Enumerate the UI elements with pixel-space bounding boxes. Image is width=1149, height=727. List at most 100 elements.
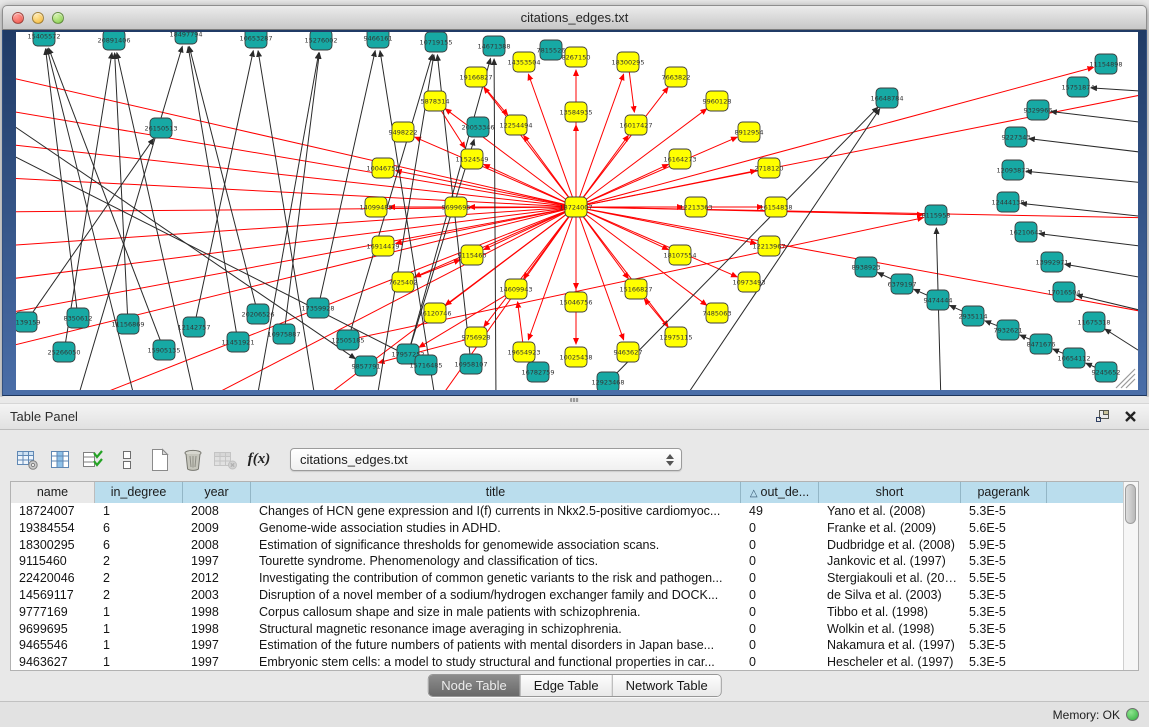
column-header-out_de[interactable]: △out_de... xyxy=(741,482,819,503)
row-options-button[interactable] xyxy=(113,446,141,474)
table-vertical-scrollbar[interactable] xyxy=(1123,482,1138,670)
graph-node[interactable]: 12093872 xyxy=(996,160,1029,180)
graph-node[interactable]: 7485063 xyxy=(703,303,732,323)
graph-node[interactable]: 12923468 xyxy=(591,372,624,390)
close-panel-icon[interactable] xyxy=(1124,410,1137,428)
graph-node[interactable]: 16914479 xyxy=(366,236,399,256)
graph-node[interactable]: 6379197 xyxy=(888,274,917,294)
graph-node[interactable]: 11154898 xyxy=(1089,54,1122,74)
graph-node[interactable]: 15166827 xyxy=(619,279,652,299)
graph-node[interactable]: 15046756 xyxy=(559,292,592,312)
graph-node[interactable]: 15405572 xyxy=(27,32,60,46)
graph-node[interactable]: 12975115 xyxy=(659,327,692,347)
column-header-in_degree[interactable]: in_degree xyxy=(95,482,183,503)
graph-node[interactable]: 10719155 xyxy=(419,32,452,52)
graph-node[interactable]: 9756928 xyxy=(462,327,491,347)
graph-node[interactable]: 8267150 xyxy=(562,47,591,67)
graph-node[interactable]: 16648784 xyxy=(870,88,903,108)
column-visibility-button[interactable] xyxy=(47,446,75,474)
select-columns-button[interactable] xyxy=(80,446,108,474)
graph-node[interactable]: 12213363 xyxy=(679,197,712,217)
tab-network-table[interactable]: Network Table xyxy=(612,675,721,696)
graph-node[interactable]: 9245652 xyxy=(1092,362,1121,382)
tab-edge-table[interactable]: Edge Table xyxy=(520,675,612,696)
table-row[interactable]: 1872400712008Changes of HCN gene express… xyxy=(11,503,1138,520)
function-builder-button[interactable]: f(x) xyxy=(245,446,273,474)
graph-node[interactable]: 10973493 xyxy=(732,272,765,292)
graph-node[interactable]: 7932621 xyxy=(994,320,1023,340)
graph-node[interactable]: 5878314 xyxy=(421,91,450,111)
graph-node[interactable]: 15276002 xyxy=(304,32,337,50)
table-row[interactable]: 1830029562008Estimation of significance … xyxy=(11,537,1138,554)
graph-node[interactable]: 12505185 xyxy=(331,330,364,350)
window-titlebar[interactable]: citations_edges.txt xyxy=(2,5,1147,30)
memory-status-indicator[interactable] xyxy=(1126,708,1139,721)
graph-node[interactable]: 12142757 xyxy=(177,317,210,337)
table-row[interactable]: 2242004622012Investigating the contribut… xyxy=(11,570,1138,587)
graph-node[interactable]: 9329966 xyxy=(1024,100,1053,120)
minimize-button[interactable] xyxy=(32,12,44,24)
float-panel-icon[interactable] xyxy=(1095,409,1110,428)
graph-node[interactable]: 8350612 xyxy=(64,308,93,328)
graph-node[interactable]: 7663822 xyxy=(662,67,691,87)
graph-node[interactable]: 2935114 xyxy=(959,306,988,326)
graph-node[interactable]: 9857791 xyxy=(352,356,381,376)
zoom-button[interactable] xyxy=(52,12,64,24)
close-button[interactable] xyxy=(12,12,24,24)
graph-node[interactable]: 8938923 xyxy=(852,257,881,277)
graph-node[interactable]: 13584935 xyxy=(559,102,592,122)
scrollbar-thumb[interactable] xyxy=(1125,484,1136,524)
column-header-short[interactable]: short xyxy=(819,482,961,503)
table-row[interactable]: 1938455462009Genome-wide association stu… xyxy=(11,520,1138,537)
column-header-pagerank[interactable]: pagerank xyxy=(961,482,1047,503)
table-row[interactable]: 1456911722003Disruption of a novel membe… xyxy=(11,587,1138,604)
graph-node[interactable]: 10025438 xyxy=(559,347,592,367)
graph-node[interactable]: 17359928 xyxy=(301,298,334,318)
column-header-year[interactable]: year xyxy=(183,482,251,503)
graph-node[interactable]: 9115460 xyxy=(458,245,487,265)
table-settings-button[interactable] xyxy=(14,446,42,474)
column-header-title[interactable]: title xyxy=(251,482,741,503)
graph-node[interactable]: 8912954 xyxy=(735,122,764,142)
graph-node[interactable]: 8471676 xyxy=(1027,334,1056,354)
graph-node[interactable]: 12444138 xyxy=(991,192,1024,212)
graph-node[interactable]: 16017427 xyxy=(619,115,652,135)
graph-node[interactable]: 10653287 xyxy=(239,32,272,48)
graph-node[interactable]: 15905135 xyxy=(147,340,180,360)
graph-node[interactable]: 16210643 xyxy=(1009,222,1042,242)
network-canvas[interactable]: 1872400716154838122139671097349374850631… xyxy=(16,32,1138,390)
graph-node[interactable]: 16120746 xyxy=(418,303,451,323)
graph-node[interactable]: 15751874 xyxy=(1061,77,1094,97)
graph-node[interactable]: 14099489 xyxy=(359,197,392,217)
delete-column-button[interactable] xyxy=(179,446,207,474)
graph-node[interactable]: 9139159 xyxy=(16,312,40,332)
graph-node[interactable]: 16782759 xyxy=(521,362,554,382)
graph-node[interactable]: 19654923 xyxy=(507,342,540,362)
graph-node[interactable]: 9699695 xyxy=(442,197,471,217)
graph-node[interactable]: 10654112 xyxy=(1057,348,1090,368)
graph-node[interactable]: 20053346 xyxy=(461,117,494,137)
graph-node[interactable]: 2718120 xyxy=(755,158,784,178)
graph-node[interactable]: 12254494 xyxy=(499,115,532,135)
graph-node[interactable]: 11156869 xyxy=(111,314,144,334)
graph-node[interactable]: 14353504 xyxy=(507,52,540,72)
graph-node[interactable]: 18497794 xyxy=(169,32,202,44)
graph-node[interactable]: 9498222 xyxy=(389,122,418,142)
graph-node[interactable]: 11451921 xyxy=(221,332,254,352)
table-select-dropdown[interactable]: citations_edges.txt xyxy=(290,448,682,471)
graph-node[interactable]: 9466161 xyxy=(364,32,393,48)
graph-node[interactable]: 20206526 xyxy=(241,304,274,324)
graph-node[interactable]: 8115958 xyxy=(922,205,951,225)
graph-node[interactable]: 16164273 xyxy=(663,149,696,169)
table-row[interactable]: 911546021997Tourette syndrome. Phenomeno… xyxy=(11,553,1138,570)
graph-node[interactable]: 18724007 xyxy=(559,197,592,217)
graph-node[interactable]: 16154838 xyxy=(759,197,792,217)
graph-node[interactable]: 18300295 xyxy=(611,52,644,72)
new-column-button[interactable] xyxy=(146,446,174,474)
table-row[interactable]: 946554611997Estimation of the future num… xyxy=(11,637,1138,654)
graph-node[interactable]: 9463627 xyxy=(614,342,643,362)
graph-node[interactable]: 10046756 xyxy=(366,158,399,178)
graph-node[interactable]: 14671388 xyxy=(477,36,510,56)
graph-node[interactable]: 7625402 xyxy=(389,272,418,292)
graph-node[interactable]: 20891406 xyxy=(97,32,130,50)
